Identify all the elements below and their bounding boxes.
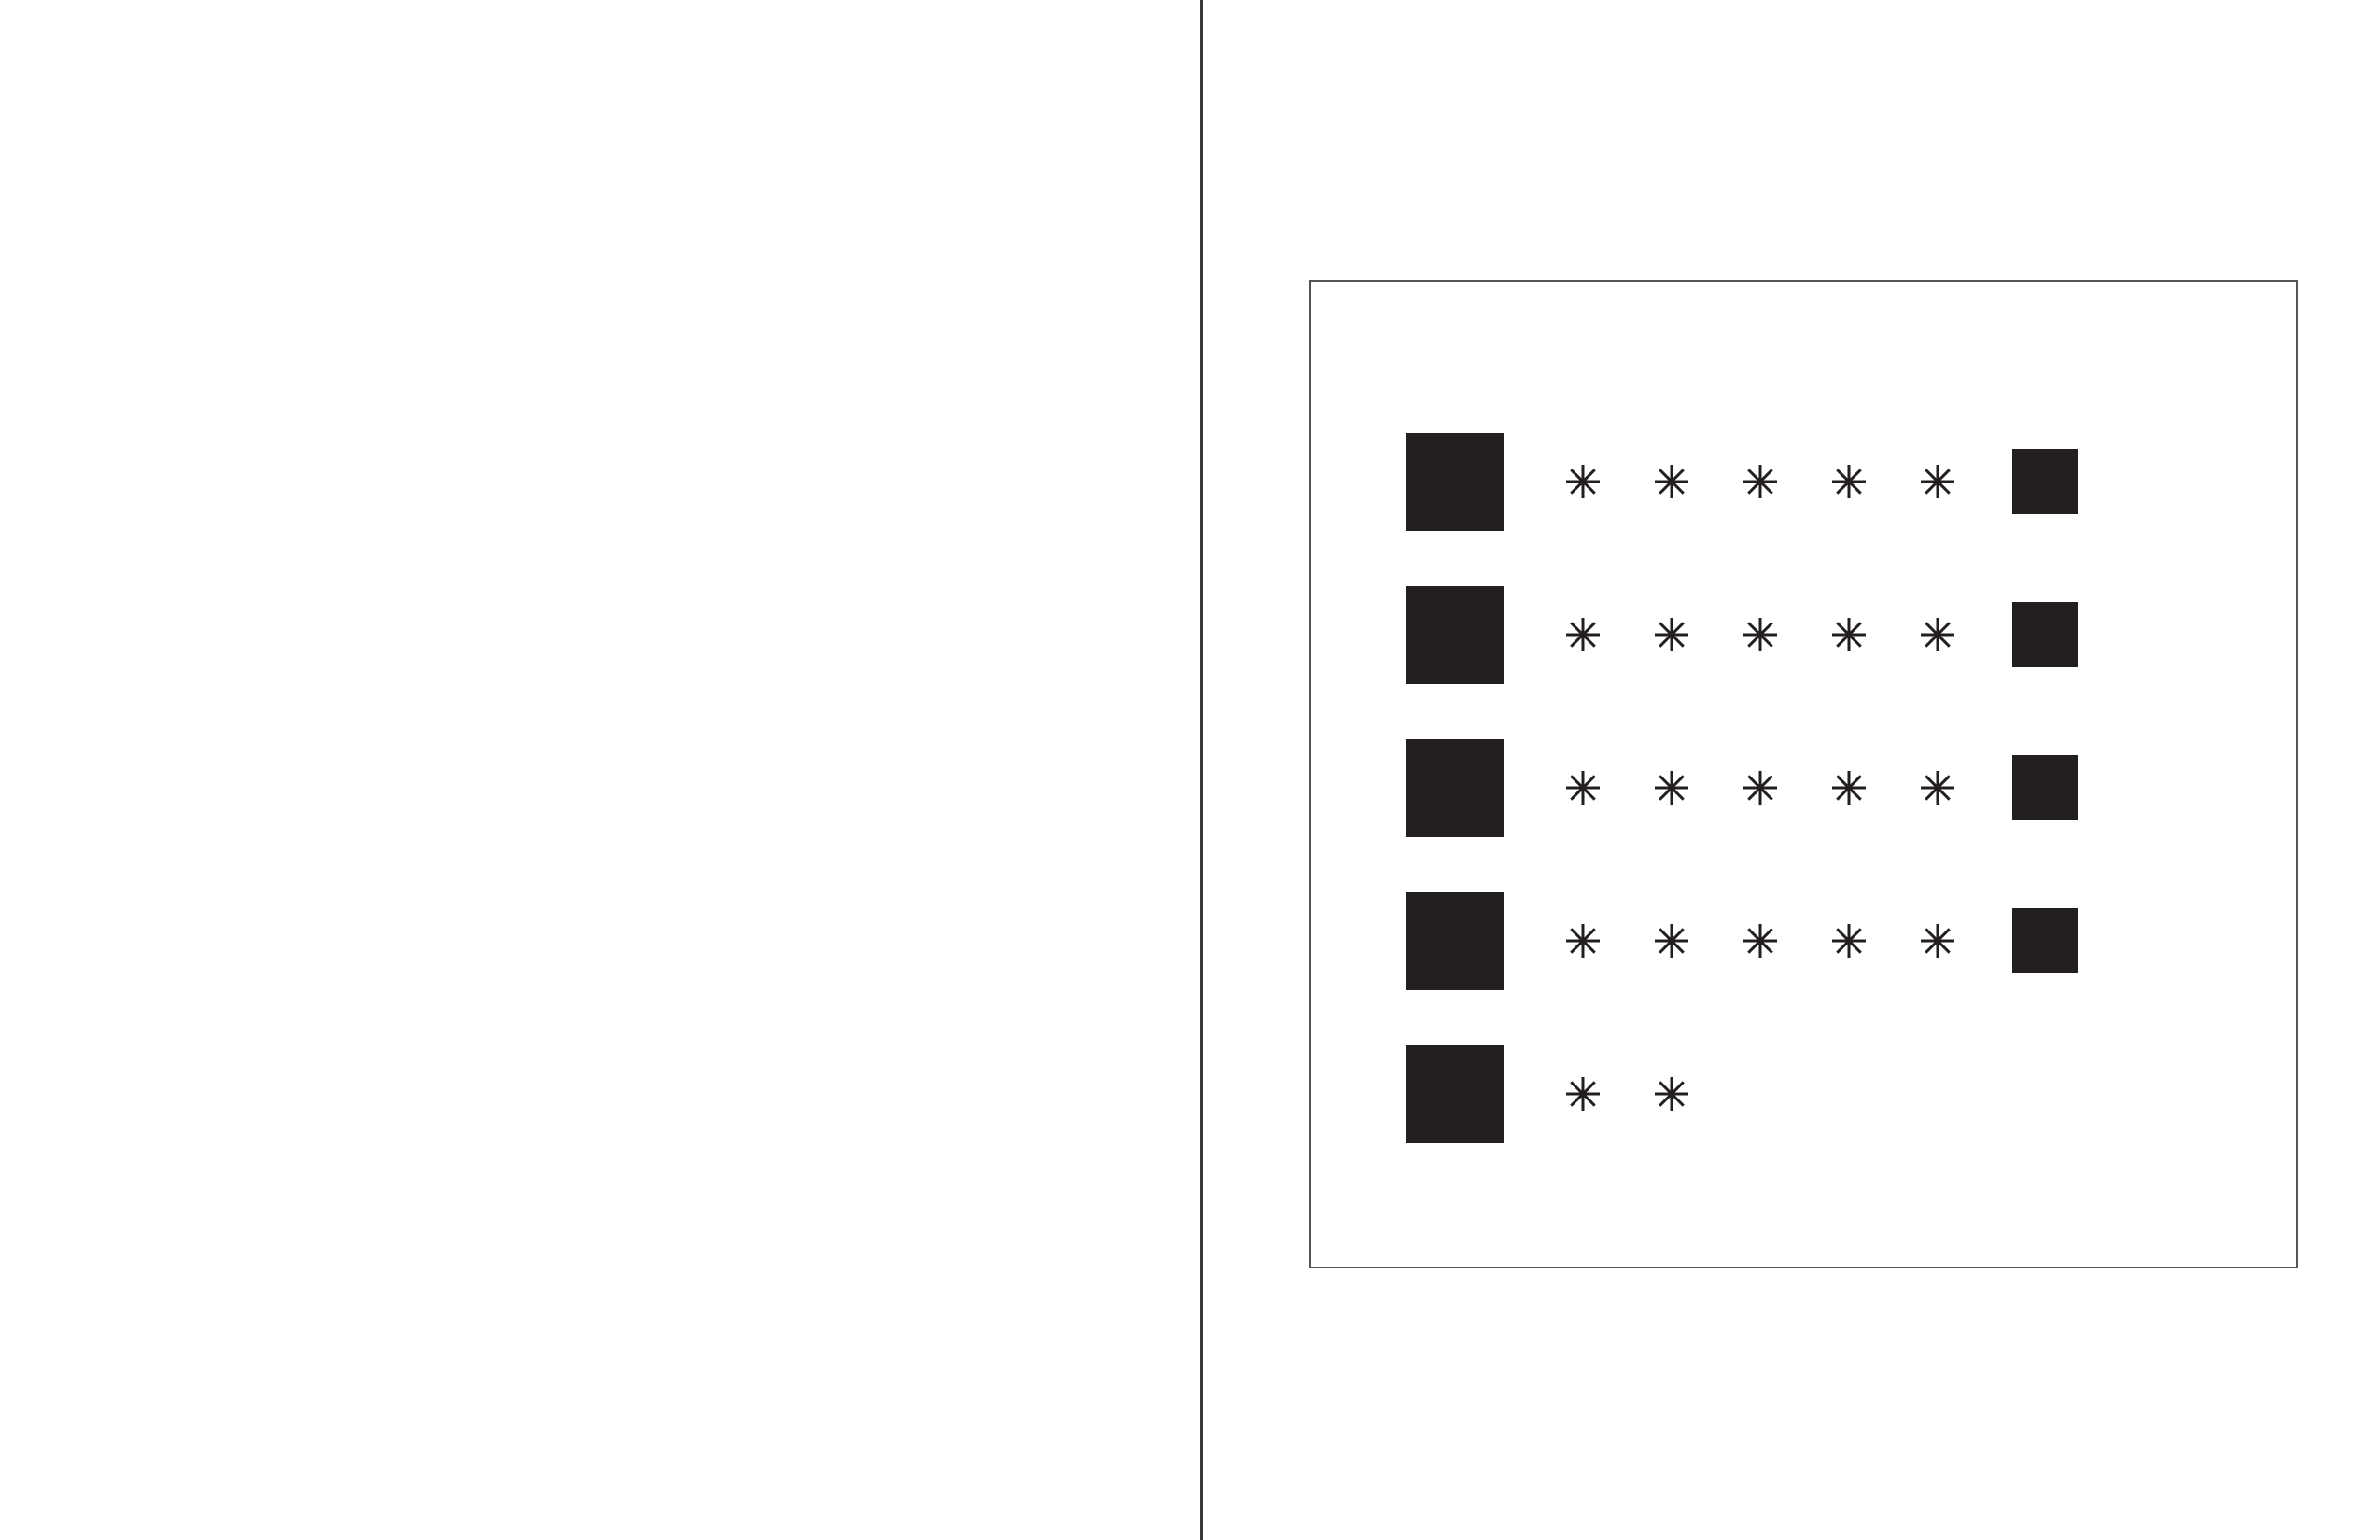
asterisk-icon [1742, 922, 1779, 959]
tally-diagram-frame [1309, 280, 2298, 1268]
tally-row [1406, 739, 2152, 837]
row-start-square-icon [1406, 586, 1504, 684]
asterisk-icon [1653, 616, 1690, 653]
asterisk-icon [1653, 463, 1690, 500]
row-start-square-icon [1406, 739, 1504, 837]
asterisk-icon [1830, 769, 1868, 806]
tally-row [1406, 433, 2152, 531]
asterisk-icon [1564, 616, 1602, 653]
asterisk-icon [1919, 769, 1956, 806]
row-start-square-icon [1406, 892, 1504, 990]
asterisk-icon [1564, 1075, 1602, 1113]
asterisk-icon [1653, 1075, 1690, 1113]
asterisk-icon [1830, 616, 1868, 653]
asterisk-icon [1919, 616, 1956, 653]
asterisk-icon [1742, 769, 1779, 806]
asterisk-icon [1564, 922, 1602, 959]
asterisk-icon [1742, 616, 1779, 653]
row-end-square-icon [2012, 449, 2078, 514]
asterisk-icon [1919, 922, 1956, 959]
asterisk-icon [1653, 769, 1690, 806]
asterisk-icon [1564, 769, 1602, 806]
asterisk-icon [1830, 463, 1868, 500]
row-end-square-icon [2012, 602, 2078, 667]
asterisk-icon [1830, 922, 1868, 959]
asterisk-icon [1653, 922, 1690, 959]
page-spine-divider [1200, 0, 1203, 1540]
row-end-square-icon [2012, 755, 2078, 820]
row-end-square-icon [2012, 908, 2078, 973]
tally-row [1406, 1045, 2152, 1143]
asterisk-icon [1742, 463, 1779, 500]
row-start-square-icon [1406, 433, 1504, 531]
asterisk-icon [1564, 463, 1602, 500]
asterisk-icon [1919, 463, 1956, 500]
tally-row [1406, 892, 2152, 990]
tally-row [1406, 586, 2152, 684]
row-start-square-icon [1406, 1045, 1504, 1143]
